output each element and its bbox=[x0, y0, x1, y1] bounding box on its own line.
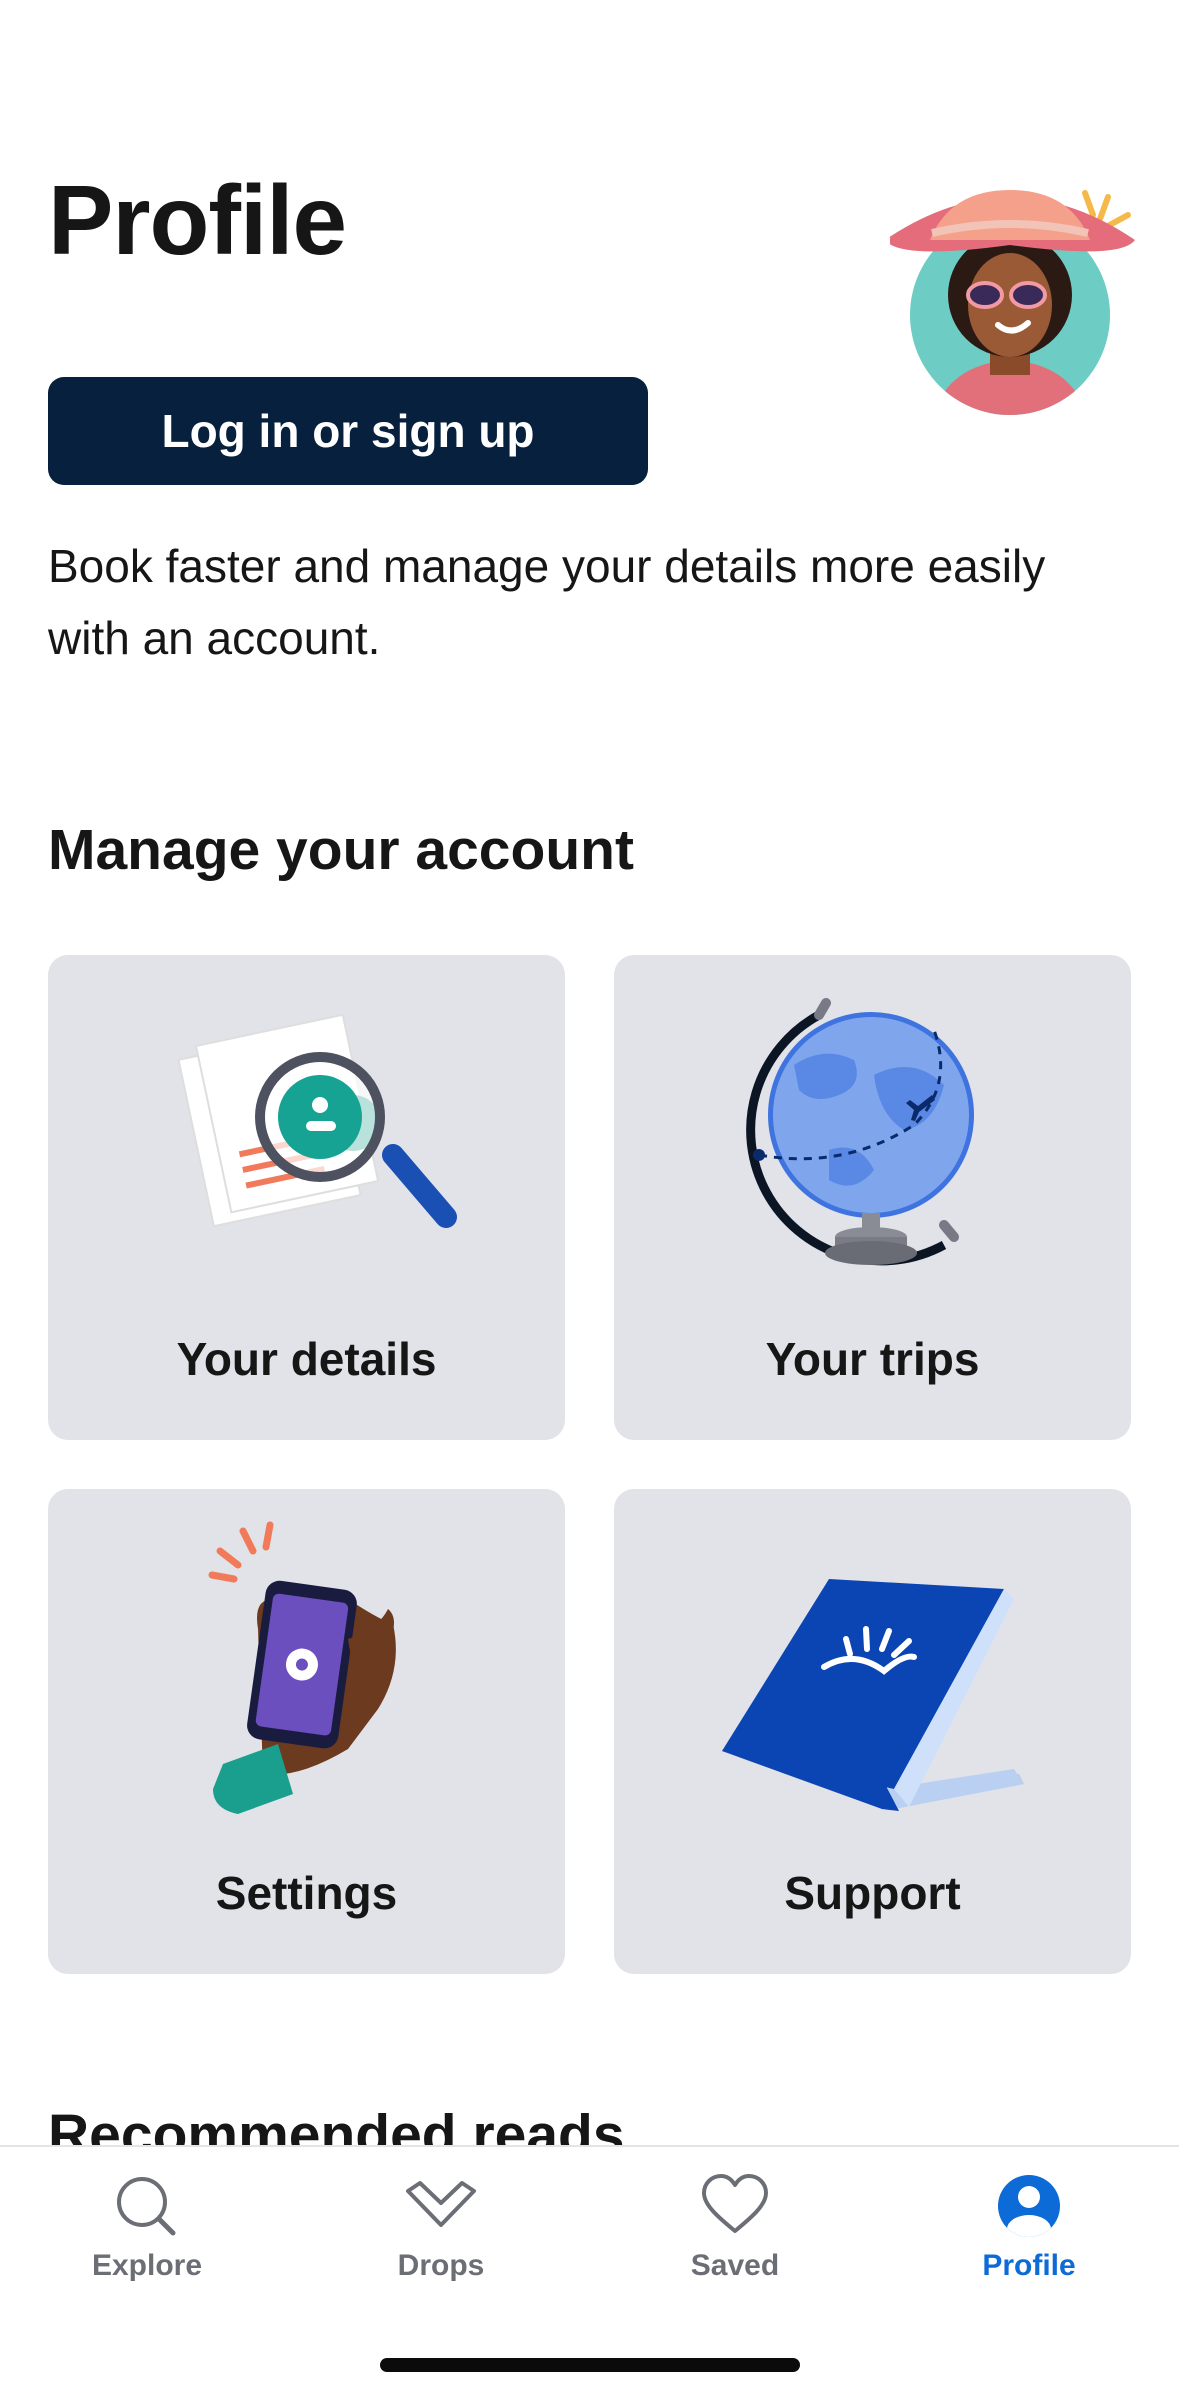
bottom-tab-bar: Explore Drops Saved Profile bbox=[0, 2145, 1179, 2398]
home-indicator bbox=[380, 2358, 800, 2372]
your-details-label: Your details bbox=[176, 1333, 437, 1385]
settings-card[interactable]: Settings bbox=[48, 1489, 565, 1974]
tab-profile[interactable]: Profile bbox=[882, 2147, 1176, 2297]
account-description: Book faster and manage your details more… bbox=[48, 540, 1046, 664]
login-signup-button[interactable]: Log in or sign up bbox=[48, 377, 648, 485]
tab-saved[interactable]: Saved bbox=[588, 2147, 882, 2297]
heart-icon bbox=[702, 2174, 768, 2233]
manage-account-title: Manage your account bbox=[48, 818, 634, 882]
tab-drops[interactable]: Drops bbox=[294, 2147, 588, 2297]
settings-label: Settings bbox=[215, 1867, 398, 1919]
search-icon bbox=[117, 2177, 176, 2236]
support-label: Support bbox=[784, 1867, 961, 1919]
profile-icon bbox=[998, 2175, 1060, 2237]
tab-explore[interactable]: Explore bbox=[0, 2147, 294, 2297]
tab-drops-label: Drops bbox=[397, 2249, 485, 2282]
support-card[interactable]: Support bbox=[614, 1489, 1131, 1974]
tab-explore-label: Explore bbox=[91, 2249, 203, 2282]
your-trips-label: Your trips bbox=[765, 1333, 980, 1385]
traveler-avatar-icon bbox=[890, 190, 1135, 415]
chevron-down-icon bbox=[406, 2181, 476, 2227]
your-trips-card[interactable]: Your trips bbox=[614, 955, 1131, 1440]
tab-saved-label: Saved bbox=[690, 2249, 780, 2282]
tab-profile-label: Profile bbox=[982, 2249, 1076, 2282]
your-details-card[interactable]: Your details bbox=[48, 955, 565, 1440]
page-title: Profile bbox=[48, 165, 347, 275]
